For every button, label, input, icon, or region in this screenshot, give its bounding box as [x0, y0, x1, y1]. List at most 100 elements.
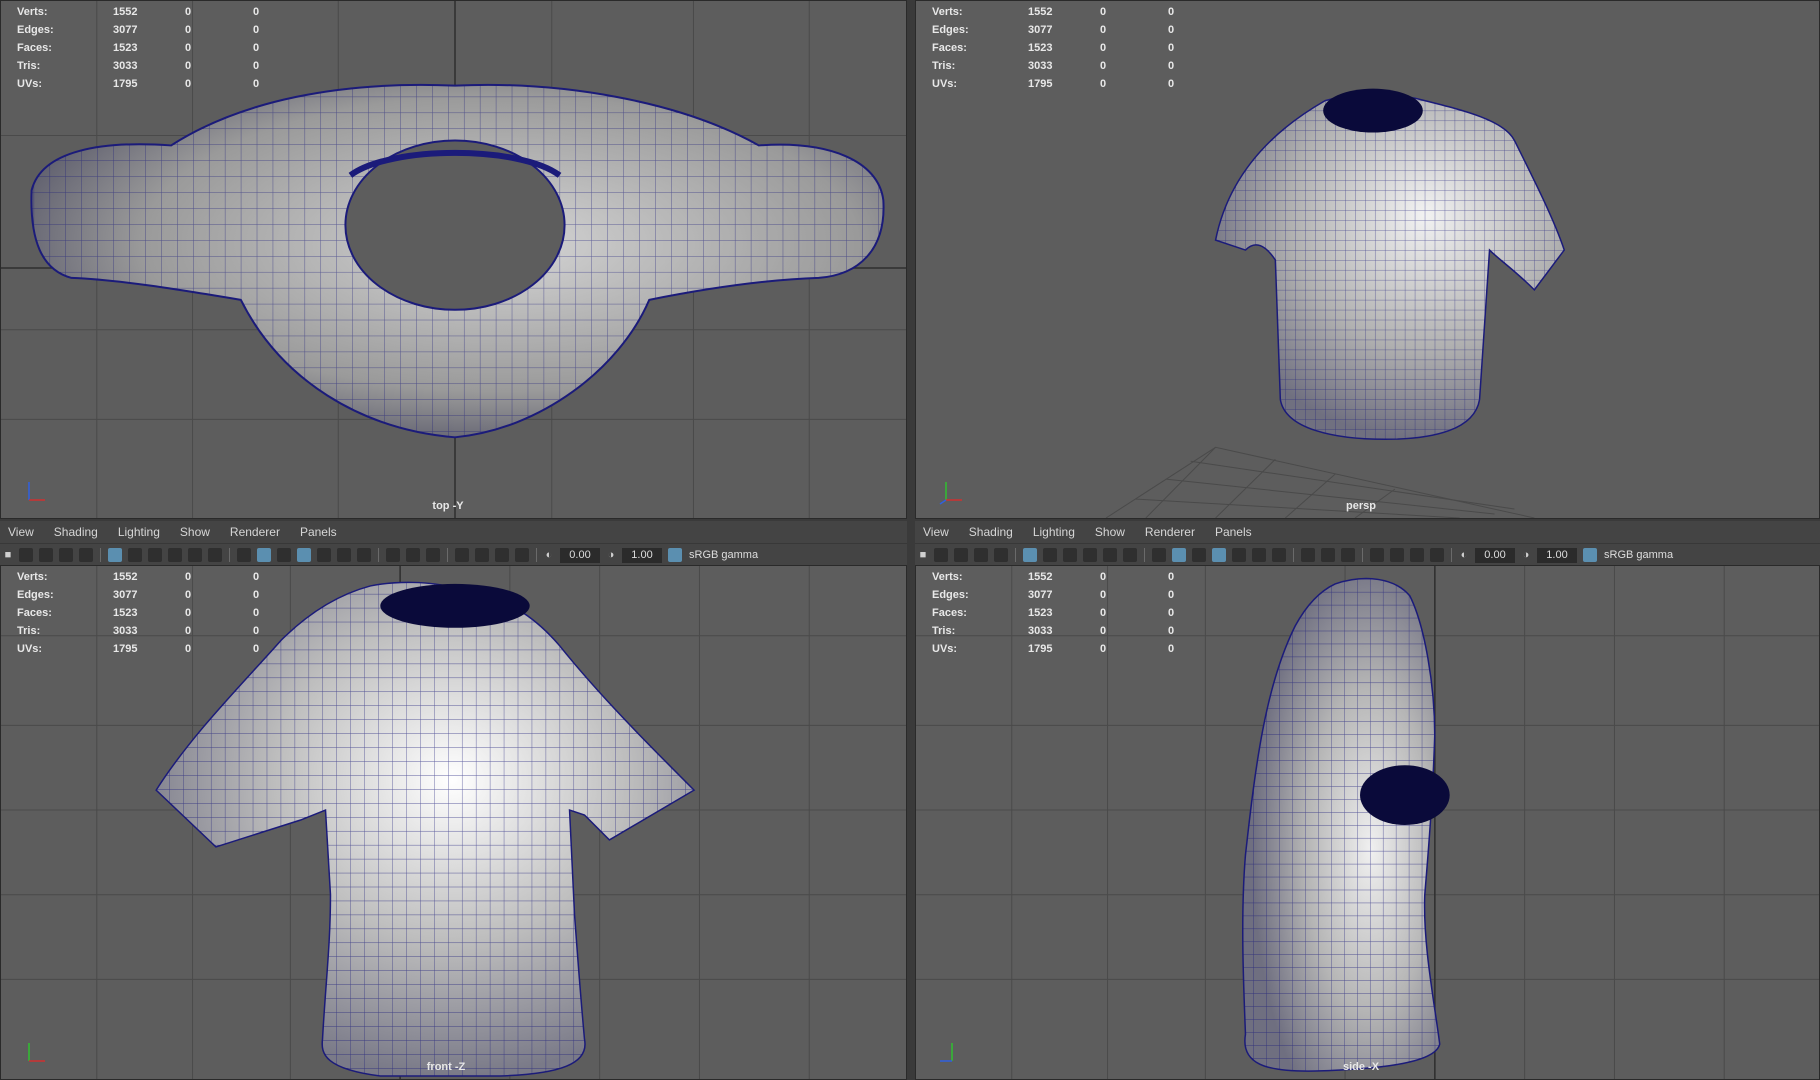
- color-management-icon[interactable]: [1583, 548, 1597, 562]
- hud-stat-components: 0: [1168, 589, 1175, 601]
- use-default-material-icon[interactable]: [277, 548, 291, 562]
- exposure-field[interactable]: 0.00: [1475, 547, 1515, 563]
- textured-icon[interactable]: [337, 548, 351, 562]
- lights-icon[interactable]: [1272, 548, 1286, 562]
- color-space-label[interactable]: sRGB gamma: [689, 549, 758, 561]
- hud-row: Tris: 3033 0 0: [932, 59, 1208, 77]
- shadows-icon[interactable]: [386, 548, 400, 562]
- viewport-front[interactable]: Verts: 1552 0 0 Edges: 3077 0 0 Faces: 1523 0 0 Tris…: [0, 565, 907, 1080]
- menu-view[interactable]: View: [0, 525, 44, 539]
- wireframe-on-shaded-icon[interactable]: [297, 548, 311, 562]
- exposure-icon[interactable]: ◐: [1456, 549, 1472, 561]
- color-management-icon[interactable]: [668, 548, 682, 562]
- hud-row: Edges: 3077 0 0: [932, 23, 1208, 41]
- gamma-icon[interactable]: ◑: [603, 549, 619, 561]
- camera-icon[interactable]: ■: [915, 549, 931, 561]
- motion-blur-icon[interactable]: [1341, 548, 1355, 562]
- xray-active-icon[interactable]: [495, 548, 509, 562]
- menu-panels[interactable]: Panels: [290, 525, 347, 539]
- hud-stat-label: Edges:: [932, 589, 969, 601]
- gamma-icon[interactable]: ◑: [1518, 549, 1534, 561]
- hud-stat-value: 3033: [1028, 625, 1053, 637]
- menu-view[interactable]: View: [915, 525, 959, 539]
- camera-icon[interactable]: ■: [0, 549, 16, 561]
- camera-attributes-icon[interactable]: [19, 548, 33, 562]
- smooth-shade-icon[interactable]: [257, 548, 271, 562]
- isolate-select-icon[interactable]: [455, 548, 469, 562]
- resolution-gate-icon[interactable]: [1063, 548, 1077, 562]
- menu-show[interactable]: Show: [170, 525, 220, 539]
- xray-joints-icon[interactable]: [1390, 548, 1404, 562]
- panel-menubar: View Shading Lighting Show Renderer Pane…: [0, 521, 907, 543]
- viewport-persp[interactable]: Verts: 1552 0 0 Edges: 3077 0 0 Faces: 1523 0 0 Tris…: [915, 0, 1820, 519]
- hud-stat-label: Edges:: [932, 24, 969, 36]
- ambient-occlusion-icon[interactable]: [1321, 548, 1335, 562]
- use-default-material-icon[interactable]: [1192, 548, 1206, 562]
- field-chart-icon[interactable]: [1103, 548, 1117, 562]
- hud-stat-selected: 0: [185, 643, 192, 655]
- camera-label: persp: [1346, 500, 1376, 512]
- hud-row: Faces: 1523 0 0: [17, 606, 293, 624]
- xray-icon[interactable]: [1232, 548, 1246, 562]
- menu-renderer[interactable]: Renderer: [1135, 525, 1205, 539]
- axis-gizmo-icon: [28, 1043, 45, 1062]
- shadows-icon[interactable]: [1301, 548, 1315, 562]
- wireframe-icon[interactable]: [1152, 548, 1166, 562]
- menu-panels[interactable]: Panels: [1205, 525, 1262, 539]
- panel-menubar: View Shading Lighting Show Renderer Pane…: [915, 521, 1820, 543]
- camera-attributes-icon[interactable]: [934, 548, 948, 562]
- hud-stat-components: 0: [253, 6, 260, 18]
- image-plane-icon[interactable]: [974, 548, 988, 562]
- backface-icon[interactable]: [515, 548, 529, 562]
- smooth-shade-icon[interactable]: [1172, 548, 1186, 562]
- hud-stat-value: 1552: [1028, 571, 1053, 583]
- textured-icon[interactable]: [1252, 548, 1266, 562]
- xray-active-icon[interactable]: [1410, 548, 1424, 562]
- ambient-occlusion-icon[interactable]: [406, 548, 420, 562]
- hud-stat-components: 0: [253, 24, 260, 36]
- exposure-icon[interactable]: ◐: [541, 549, 557, 561]
- hud-stat-selected: 0: [185, 24, 192, 36]
- safe-action-icon[interactable]: [1123, 548, 1137, 562]
- gate-mask-icon[interactable]: [168, 548, 182, 562]
- menu-show[interactable]: Show: [1085, 525, 1135, 539]
- field-chart-icon[interactable]: [188, 548, 202, 562]
- hud-row: UVs: 1795 0 0: [932, 77, 1208, 95]
- film-gate-icon[interactable]: [128, 548, 142, 562]
- hud-stat-selected: 0: [1100, 42, 1107, 54]
- image-plane-icon[interactable]: [59, 548, 73, 562]
- grid-icon[interactable]: [108, 548, 122, 562]
- hud-stat-selected: 0: [1100, 607, 1107, 619]
- bookmark-icon[interactable]: [954, 548, 968, 562]
- grease-pencil-icon[interactable]: [79, 548, 93, 562]
- safe-action-icon[interactable]: [208, 548, 222, 562]
- pane-divider[interactable]: [907, 0, 915, 1080]
- bookmark-icon[interactable]: [39, 548, 53, 562]
- gamma-field[interactable]: 1.00: [622, 547, 662, 563]
- viewport-side[interactable]: Verts: 1552 0 0 Edges: 3077 0 0 Faces: 1523 0 0 Tris…: [915, 565, 1820, 1080]
- grid-icon[interactable]: [1023, 548, 1037, 562]
- wireframe-on-shaded-icon[interactable]: [1212, 548, 1226, 562]
- exposure-field[interactable]: 0.00: [560, 547, 600, 563]
- wireframe-icon[interactable]: [237, 548, 251, 562]
- menu-shading[interactable]: Shading: [959, 525, 1023, 539]
- motion-blur-icon[interactable]: [426, 548, 440, 562]
- menu-renderer[interactable]: Renderer: [220, 525, 290, 539]
- xray-icon[interactable]: [317, 548, 331, 562]
- viewport-top[interactable]: Verts: 1552 0 0 Edges: 3077 0 0 Faces: 1523 0 0 Tris…: [0, 0, 907, 519]
- menu-lighting[interactable]: Lighting: [1023, 525, 1085, 539]
- isolate-select-icon[interactable]: [1370, 548, 1384, 562]
- resolution-gate-icon[interactable]: [148, 548, 162, 562]
- backface-icon[interactable]: [1430, 548, 1444, 562]
- gamma-field[interactable]: 1.00: [1537, 547, 1577, 563]
- menu-lighting[interactable]: Lighting: [108, 525, 170, 539]
- xray-joints-icon[interactable]: [475, 548, 489, 562]
- menu-shading[interactable]: Shading: [44, 525, 108, 539]
- grease-pencil-icon[interactable]: [994, 548, 1008, 562]
- hud-stat-value: 3077: [1028, 24, 1053, 36]
- color-space-label[interactable]: sRGB gamma: [1604, 549, 1673, 561]
- film-gate-icon[interactable]: [1043, 548, 1057, 562]
- gate-mask-icon[interactable]: [1083, 548, 1097, 562]
- axis-gizmo-icon: [28, 482, 45, 501]
- lights-icon[interactable]: [357, 548, 371, 562]
